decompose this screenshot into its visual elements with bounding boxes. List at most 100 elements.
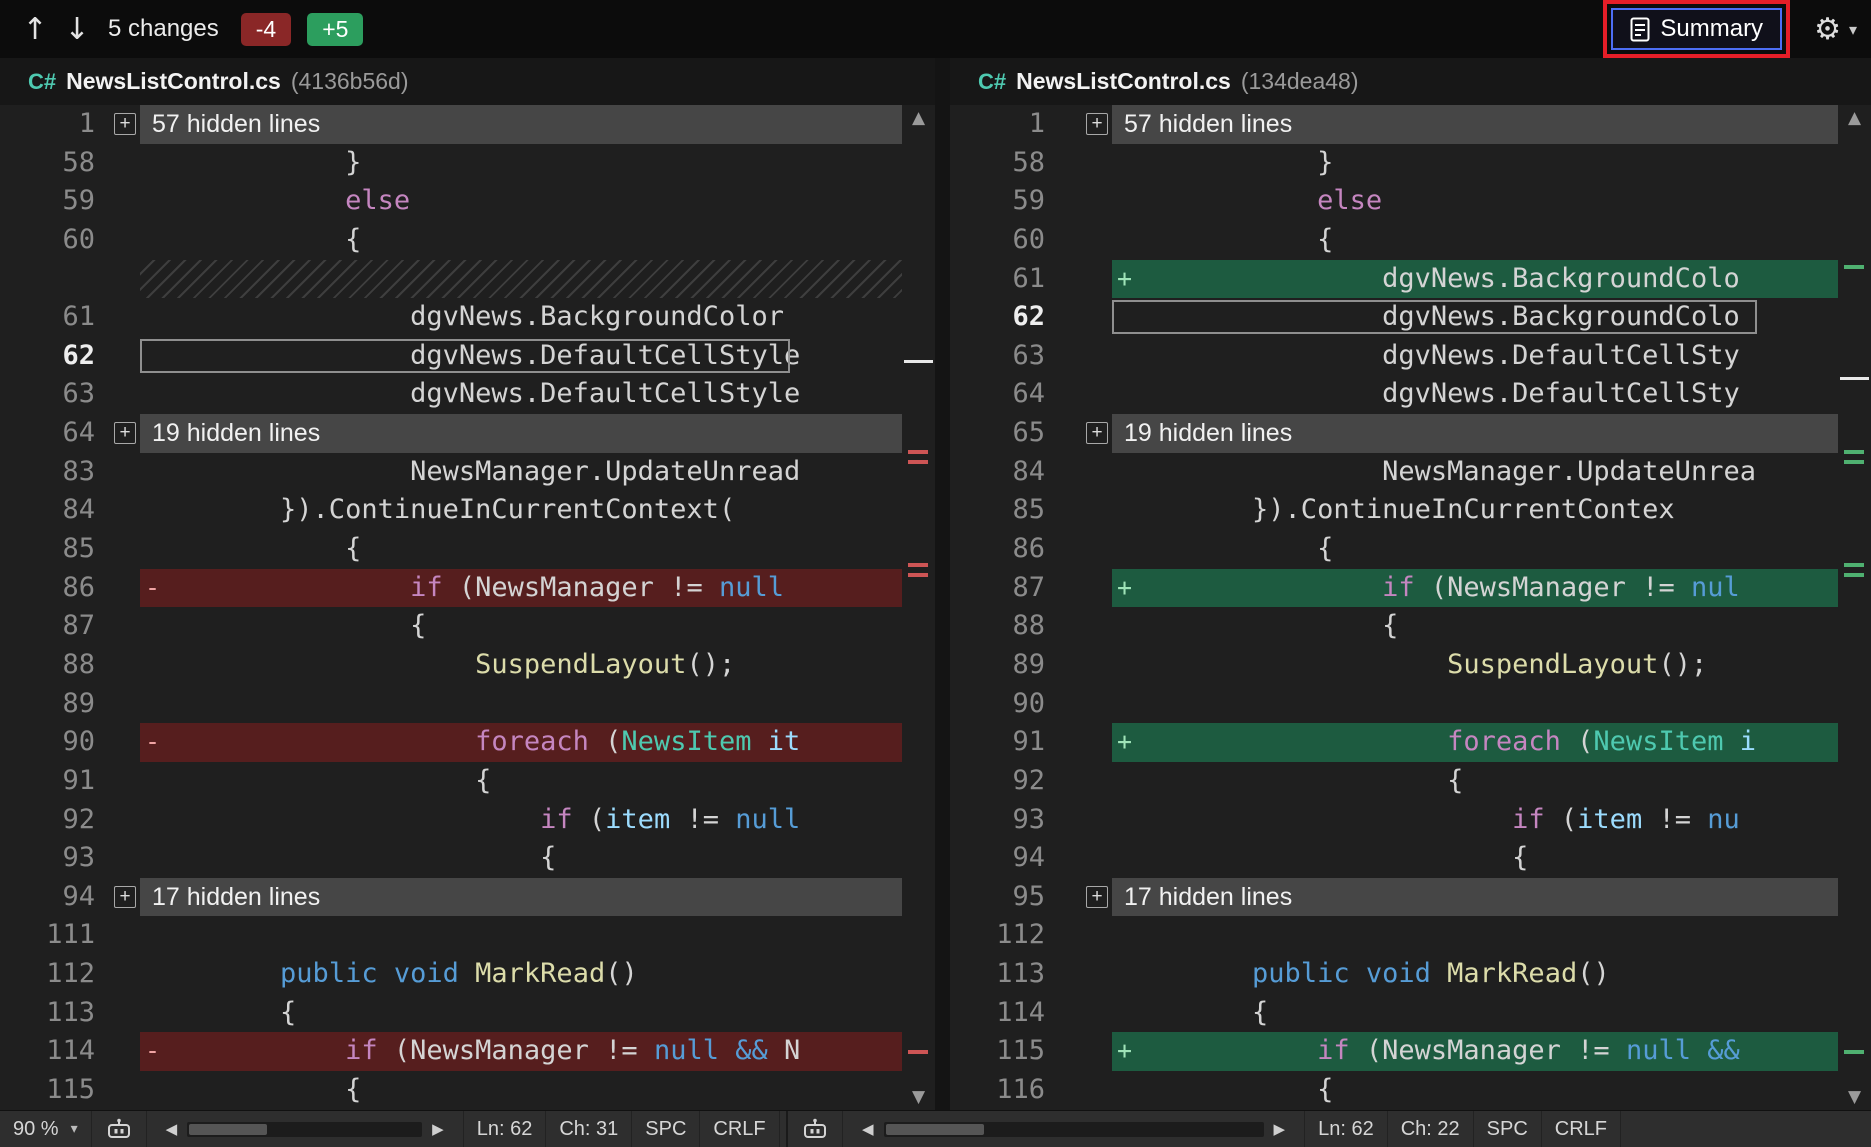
code-line[interactable]: }).ContinueInCurrentContext( — [140, 491, 935, 530]
code-line[interactable]: { — [1112, 994, 1871, 1033]
next-change-button[interactable]: ↓ — [56, 12, 98, 47]
code-line[interactable]: { — [140, 607, 935, 646]
code-line[interactable]: else — [1112, 182, 1871, 221]
scroll-right-icon[interactable]: ▶ — [426, 1120, 450, 1138]
horizontal-scrollbar[interactable]: ◀ ▶ — [147, 1111, 464, 1147]
fold-expand-icon[interactable]: + — [114, 113, 136, 135]
code-line[interactable] — [140, 685, 935, 724]
code-line[interactable]: if (item != null — [140, 801, 935, 840]
code-line[interactable] — [140, 916, 935, 955]
code-row: 94 { — [950, 839, 1871, 878]
original-editor[interactable]: 1+57 hidden lines58 }59 else60 {61 dgvNe… — [0, 105, 935, 1110]
code-row: 111 — [0, 916, 935, 955]
code-line[interactable]: + if (NewsManager != nul — [1112, 569, 1871, 608]
code-row: 59 else — [0, 182, 935, 221]
code-line[interactable]: if (item != nu — [1112, 801, 1871, 840]
hidden-region-bar[interactable]: 19 hidden lines — [1112, 414, 1871, 453]
hidden-region-bar[interactable]: 17 hidden lines — [1112, 878, 1871, 917]
hscroll-thumb[interactable] — [886, 1124, 984, 1135]
summary-button[interactable]: Summary — [1611, 8, 1782, 50]
fold-expand-icon[interactable]: + — [1086, 113, 1108, 135]
code-line[interactable] — [1112, 916, 1871, 955]
code-line[interactable]: { — [1112, 839, 1871, 878]
hscroll-track[interactable] — [884, 1122, 1264, 1137]
pane-divider[interactable] — [935, 58, 950, 1110]
code-line[interactable]: { — [140, 530, 935, 569]
code-row: 87 { — [0, 607, 935, 646]
settings-dropdown-button[interactable]: ▾ — [1849, 20, 1857, 39]
code-line[interactable]: dgvNews.DefaultCellStyle — [140, 375, 935, 414]
hidden-region-bar[interactable]: 57 hidden lines — [1112, 105, 1871, 144]
code-line[interactable]: - if (NewsManager != null && N — [140, 1032, 935, 1071]
fold-expand-icon[interactable]: + — [1086, 422, 1108, 444]
settings-button[interactable]: ⚙ — [1814, 12, 1841, 47]
diff-ruler-mark — [1844, 450, 1864, 454]
code-line[interactable]: dgvNews.DefaultCellStyle — [140, 337, 935, 376]
code-row: 89 SuspendLayout(); — [950, 646, 1871, 685]
code-line[interactable]: { — [140, 1071, 935, 1110]
zoom-select[interactable]: 90 % ▾ — [0, 1111, 92, 1147]
code-line[interactable]: + dgvNews.BackgroundColo — [1112, 260, 1871, 299]
hscroll-thumb[interactable] — [189, 1124, 267, 1135]
line-number: 87 — [0, 607, 95, 646]
original-scrollbar[interactable]: ▲ ▼ — [902, 105, 935, 1110]
code-row: 112 — [950, 916, 1871, 955]
code-line[interactable]: + if (NewsManager != null && — [1112, 1032, 1871, 1071]
code-line[interactable]: SuspendLayout(); — [140, 646, 935, 685]
fold-expand-icon[interactable]: + — [114, 422, 136, 444]
code-line[interactable]: NewsManager.UpdateUnread — [140, 453, 935, 492]
line-number: 91 — [950, 723, 1045, 762]
horizontal-scrollbar[interactable]: ◀ ▶ — [843, 1111, 1305, 1147]
scroll-down-icon[interactable]: ▼ — [902, 1087, 935, 1107]
code-line[interactable]: dgvNews.BackgroundColor — [140, 298, 935, 337]
code-line[interactable]: dgvNews.DefaultCellSty — [1112, 337, 1871, 376]
code-line[interactable]: - if (NewsManager != null — [140, 569, 935, 608]
code-line[interactable]: }).ContinueInCurrentContex — [1112, 491, 1871, 530]
fold-expand-icon[interactable]: + — [114, 886, 136, 908]
code-line[interactable]: + foreach (NewsItem i — [1112, 723, 1871, 762]
code-line[interactable] — [140, 260, 935, 299]
previous-change-button[interactable]: ↑ — [14, 12, 56, 47]
code-line[interactable]: { — [1112, 607, 1871, 646]
hidden-region-bar[interactable]: 19 hidden lines — [140, 414, 935, 453]
line-number: 94 — [0, 878, 95, 917]
modified-editor[interactable]: 1+57 hidden lines58 }59 else60 {61+ dgvN… — [950, 105, 1871, 1110]
code-line[interactable]: public void MarkRead() — [140, 955, 935, 994]
copilot-button[interactable] — [788, 1111, 843, 1147]
modified-scrollbar[interactable]: ▲ ▼ — [1838, 105, 1871, 1110]
fold-gutter — [1045, 646, 1112, 685]
scroll-right-icon[interactable]: ▶ — [1268, 1120, 1292, 1138]
scroll-down-icon[interactable]: ▼ — [1838, 1087, 1871, 1107]
code-line[interactable]: { — [1112, 530, 1871, 569]
fold-expand-icon[interactable]: + — [1086, 886, 1108, 908]
additions-badge: +5 — [307, 13, 363, 46]
code-line[interactable]: NewsManager.UpdateUnrea — [1112, 453, 1871, 492]
code-line[interactable]: dgvNews.DefaultCellSty — [1112, 375, 1871, 414]
code-line[interactable]: { — [140, 994, 935, 1033]
code-line[interactable]: { — [1112, 221, 1871, 260]
code-line[interactable]: } — [140, 144, 935, 183]
fold-gutter — [95, 801, 140, 840]
hidden-region-bar[interactable]: 17 hidden lines — [140, 878, 935, 917]
code-line[interactable]: - foreach (NewsItem it — [140, 723, 935, 762]
code-line[interactable] — [1112, 685, 1871, 724]
code-line[interactable]: { — [1112, 1071, 1871, 1110]
code-line[interactable]: { — [140, 762, 935, 801]
fold-gutter — [1045, 530, 1112, 569]
hidden-region-bar[interactable]: 57 hidden lines — [140, 105, 935, 144]
scroll-left-icon[interactable]: ◀ — [856, 1120, 880, 1138]
copilot-button[interactable] — [92, 1111, 147, 1147]
code-line[interactable]: } — [1112, 144, 1871, 183]
code-line[interactable]: else — [140, 182, 935, 221]
code-line[interactable]: public void MarkRead() — [1112, 955, 1871, 994]
scroll-left-icon[interactable]: ◀ — [160, 1120, 184, 1138]
code-line[interactable]: SuspendLayout(); — [1112, 646, 1871, 685]
scroll-up-icon[interactable]: ▲ — [902, 108, 935, 128]
hscroll-track[interactable] — [187, 1122, 422, 1137]
code-line[interactable]: dgvNews.BackgroundColo — [1112, 298, 1871, 337]
line-number: 62 — [0, 337, 95, 376]
code-line[interactable]: { — [140, 221, 935, 260]
code-line[interactable]: { — [1112, 762, 1871, 801]
scroll-up-icon[interactable]: ▲ — [1838, 108, 1871, 128]
code-line[interactable]: { — [140, 839, 935, 878]
